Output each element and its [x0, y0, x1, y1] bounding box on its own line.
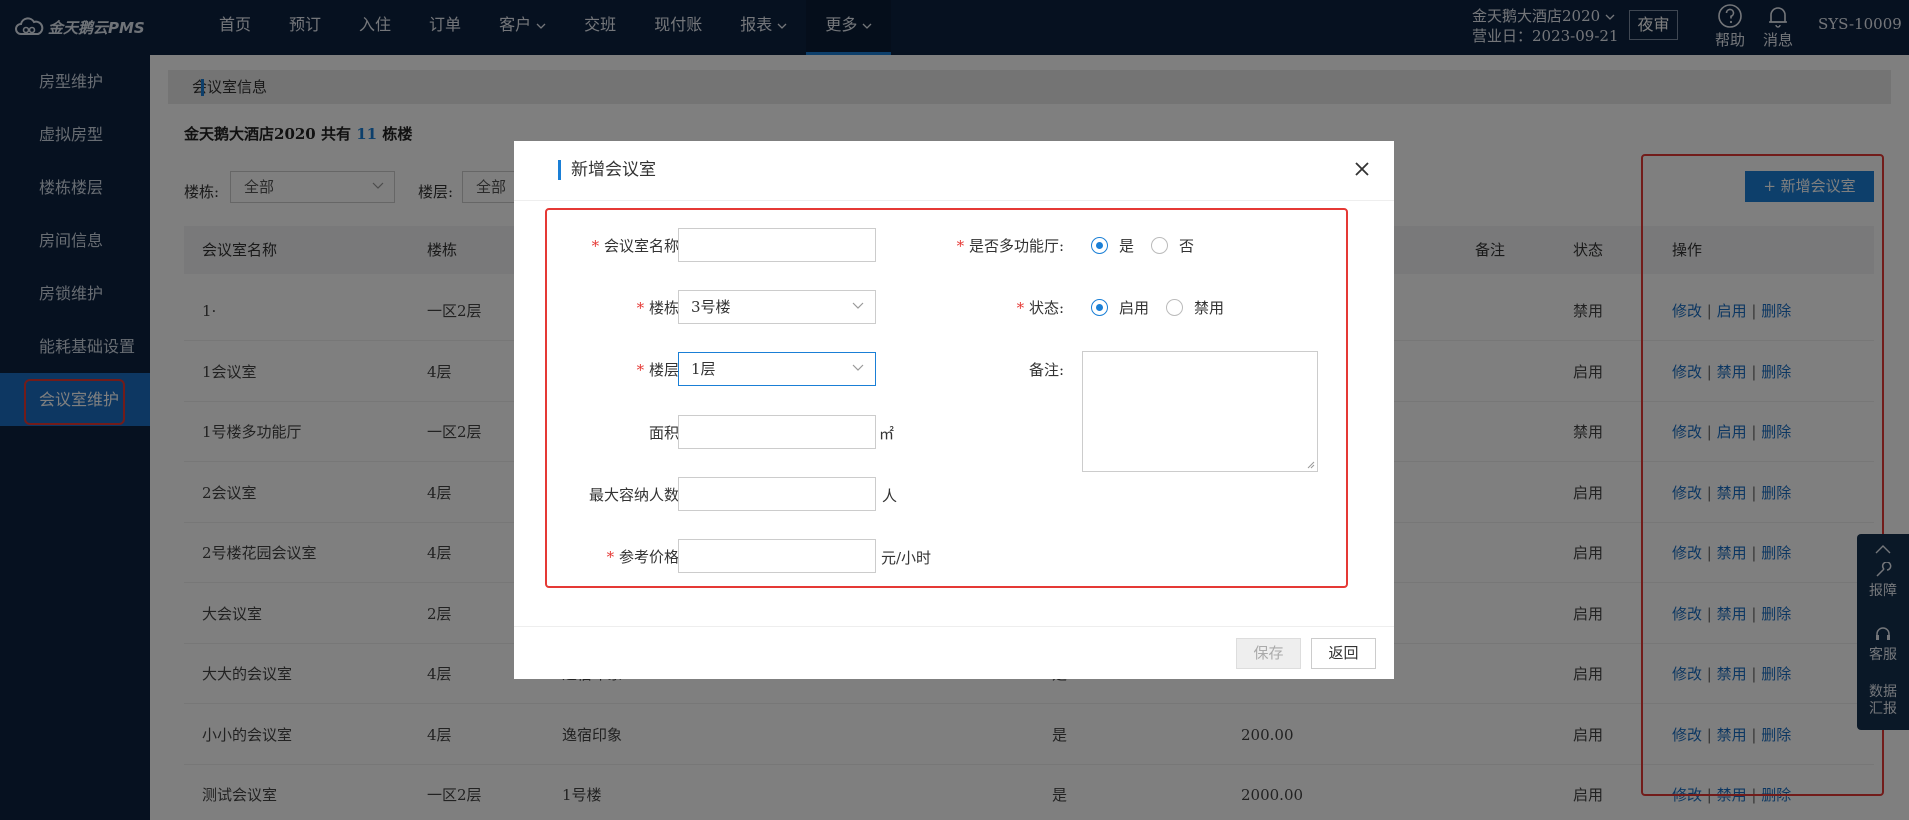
required-mark: *	[636, 361, 649, 379]
price-unit: 元/小时	[881, 549, 932, 567]
label-text: 参考价格:	[618, 548, 684, 566]
required-mark: *	[606, 548, 619, 566]
add-meeting-room-dialog: 新增会议室 * 会议室名称: * 楼栋: 3号楼 * 楼层: 1层 面积: ㎡ …	[514, 141, 1394, 679]
status-label: * 状态:	[934, 297, 1064, 318]
price-label: * 参考价格:	[554, 546, 684, 567]
required-mark: *	[956, 237, 969, 255]
capacity-unit: 人	[882, 487, 898, 505]
building-select-value: 3号楼	[691, 298, 731, 316]
building-select[interactable]: 3号楼	[678, 290, 876, 324]
multi-function-no-label[interactable]: 否	[1179, 235, 1194, 256]
label-text: 是否多功能厅:	[968, 237, 1064, 255]
required-mark: *	[1016, 299, 1029, 317]
reference-price-input[interactable]	[678, 539, 876, 573]
meeting-room-name-input[interactable]	[678, 228, 876, 262]
multi-function-label: * 是否多功能厅:	[934, 235, 1064, 256]
area-label: 面积:	[648, 424, 684, 442]
floor-select[interactable]: 1层	[678, 352, 876, 386]
status-disabled-radio[interactable]	[1166, 299, 1183, 316]
status-enabled-label[interactable]: 启用	[1119, 297, 1149, 318]
dialog-title: 新增会议室	[558, 160, 656, 180]
back-button[interactable]: 返回	[1311, 638, 1376, 669]
area-input[interactable]	[678, 415, 876, 449]
remark-label: 备注:	[1028, 361, 1064, 379]
multi-function-yes-radio[interactable]	[1091, 237, 1108, 254]
dialog-header: 新增会议室	[514, 141, 1394, 201]
save-button[interactable]: 保存	[1236, 638, 1301, 669]
resize-handle-icon[interactable]	[1307, 461, 1315, 469]
name-label: * 会议室名称:	[554, 235, 684, 256]
chevron-down-icon	[852, 364, 864, 371]
label-text: 会议室名称:	[603, 237, 684, 255]
multi-function-no-radio[interactable]	[1151, 237, 1168, 254]
label-text: 状态:	[1028, 299, 1064, 317]
multi-function-yes-label[interactable]: 是	[1119, 235, 1134, 256]
remark-textarea[interactable]	[1082, 351, 1318, 472]
floor-select-value: 1层	[691, 360, 716, 378]
capacity-label: 最大容纳人数:	[588, 486, 684, 504]
status-enabled-radio[interactable]	[1091, 299, 1108, 316]
area-unit: ㎡	[879, 425, 895, 443]
dialog-footer: 保存 返回	[514, 626, 1394, 679]
floor-label: * 楼层:	[554, 359, 684, 380]
required-mark: *	[591, 237, 604, 255]
close-icon[interactable]	[1352, 159, 1372, 179]
chevron-down-icon	[852, 302, 864, 309]
max-capacity-input[interactable]	[678, 477, 876, 511]
required-mark: *	[636, 299, 649, 317]
status-disabled-label[interactable]: 禁用	[1194, 297, 1224, 318]
building-label: * 楼栋:	[554, 297, 684, 318]
